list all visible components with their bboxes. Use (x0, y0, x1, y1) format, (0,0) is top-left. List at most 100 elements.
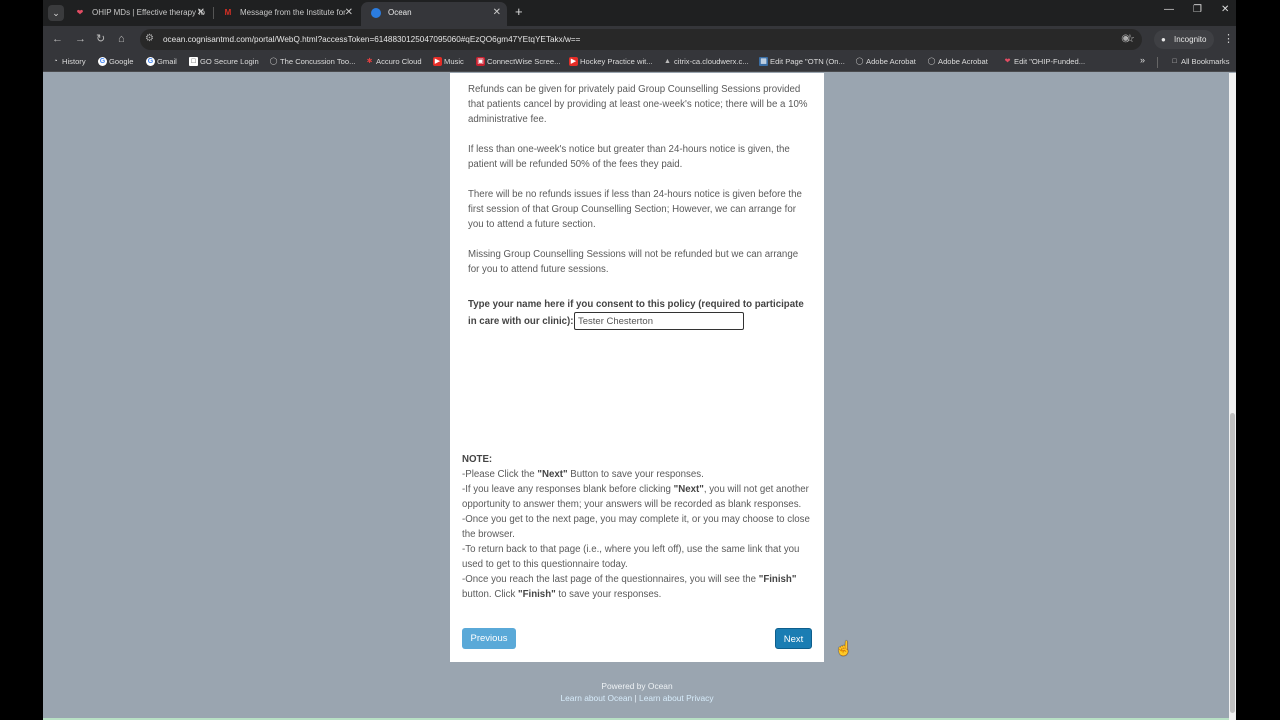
history-icon: ◔ (53, 58, 58, 65)
bookmark-item[interactable]: ▶ Hockey Practice wit... (569, 53, 653, 71)
heart-icon: ❤ (76, 8, 84, 17)
heart-icon: ❤ (1004, 58, 1011, 65)
bookmark-label: GO Secure Login (200, 57, 259, 66)
note-line: -Please Click the "Next" Button to save … (462, 469, 704, 480)
citrix-icon: ▲ (664, 58, 671, 65)
close-window-icon[interactable]: ✕ (1221, 4, 1229, 15)
pointer-cursor-icon: ☝ (835, 640, 853, 656)
footer-links: Learn about Ocean | Learn about Privacy (450, 692, 824, 704)
globe-icon: ◯ (855, 58, 864, 65)
close-icon[interactable]: ✕ (493, 2, 501, 24)
globe-icon: ◯ (927, 58, 936, 65)
learn-about-privacy-link[interactable]: Learn about Privacy (639, 693, 714, 703)
bookmark-divider (1157, 57, 1158, 68)
note-line: -To return back to that page (i.e., wher… (462, 544, 800, 570)
bookmark-label: Adobe Acrobat (866, 57, 916, 66)
forward-icon[interactable]: → (75, 32, 86, 46)
tab-title: Ocean (388, 8, 412, 17)
page-footer: Powered by Ocean Learn about Ocean | Lea… (450, 680, 824, 704)
link-separator: | (634, 693, 637, 703)
next-button[interactable]: Next (775, 628, 812, 649)
learn-about-ocean-link[interactable]: Learn about Ocean (560, 693, 632, 703)
google-icon: G (98, 57, 107, 66)
bookmark-label: Hockey Practice wit... (580, 57, 653, 66)
policy-paragraph: Refunds can be given for privately paid … (468, 84, 808, 125)
tab-title: OHIP MDs | Effective therapy fo (92, 8, 205, 17)
bookmark-label: Music (444, 57, 464, 66)
toolbar: ← → ↻ ⌂ ⚙ ocean.cognisantmd.com/portal/W… (43, 26, 1236, 53)
bookmark-item[interactable]: ◯ Adobe Acrobat (855, 53, 916, 71)
tab-ohip-mds[interactable]: ❤ OHIP MDs | Effective therapy fo ✕ (65, 3, 211, 23)
bookmark-item[interactable]: ▣ ConnectWise Scree... (476, 53, 560, 71)
bookmark-item[interactable]: ▦ Edit Page "OTN (On... (759, 53, 845, 71)
note-title: NOTE: (462, 454, 493, 465)
go-secure-icon: □ (189, 57, 198, 66)
note-line: -If you leave any responses blank before… (462, 484, 809, 510)
bookmark-label: ConnectWise Scree... (487, 57, 561, 66)
restore-icon[interactable]: ❐ (1193, 4, 1202, 15)
bookmark-item[interactable]: G Google (98, 53, 134, 71)
note-line: -Once you get to the next page, you may … (462, 514, 810, 540)
bookmark-item[interactable]: ◯ Adobe Acrobat (927, 53, 988, 71)
bookmark-item[interactable]: ▲ citrix-ca.cloudwerx.c... (663, 53, 749, 71)
policy-paragraph: There will be no refunds issues if less … (468, 189, 802, 230)
bookmark-label: Edit "OHIP-Funded... (1014, 57, 1086, 66)
minimize-icon[interactable]: — (1164, 4, 1174, 15)
url-text[interactable]: ocean.cognisantmd.com/portal/WebQ.html?a… (163, 29, 580, 50)
youtube-icon: ▶ (433, 57, 442, 66)
note-line: -Once you reach the last page of the que… (462, 574, 797, 600)
incognito-badge[interactable]: ● Incognito (1154, 30, 1215, 49)
bookmark-item[interactable]: ✱ Accuro Cloud (365, 53, 422, 71)
new-tab-button[interactable]: + (515, 4, 523, 20)
ocean-icon (371, 8, 381, 18)
scrollbar-thumb[interactable] (1230, 413, 1235, 713)
tab-ocean[interactable]: Ocean ✕ (361, 2, 507, 26)
accuro-icon: ✱ (366, 58, 373, 65)
bookmark-item[interactable]: □ GO Secure Login (189, 53, 259, 71)
page-scrollbar[interactable] (1229, 73, 1236, 720)
close-icon[interactable]: ✕ (197, 3, 205, 23)
gmail-icon: M (224, 8, 232, 17)
globe-icon: ◯ (269, 58, 278, 65)
chevron-right-icon[interactable]: » (1140, 55, 1145, 65)
star-icon[interactable]: ☆ (1125, 32, 1135, 45)
back-icon[interactable]: ← (52, 32, 63, 46)
close-icon[interactable]: ✕ (345, 3, 353, 23)
bookmark-label: Google (109, 57, 134, 66)
bookmark-label: Edit Page "OTN (On... (770, 57, 845, 66)
page-viewport: Refunds can be given for privately paid … (43, 73, 1236, 720)
tab-message[interactable]: M Message from the Institute for ✕ (213, 3, 359, 23)
home-icon[interactable]: ⌂ (118, 32, 125, 46)
connectwise-icon: ▣ (476, 57, 485, 66)
all-bookmarks[interactable]: □ All Bookmarks (1170, 53, 1230, 71)
bookmark-label: All Bookmarks (1181, 57, 1230, 66)
bookmark-label: The Concussion Too... (280, 57, 356, 66)
policy-paragraph: Missing Group Counselling Sessions will … (468, 249, 799, 275)
bookmark-item[interactable]: ▶ Music (433, 53, 464, 71)
note-section: NOTE: -Please Click the "Next" Button to… (462, 452, 812, 602)
folder-icon: □ (1172, 58, 1177, 65)
youtube-icon: ▶ (569, 57, 578, 66)
tab-title: Message from the Institute for (240, 8, 346, 17)
consent-name-input[interactable] (574, 312, 744, 330)
tab-search-icon[interactable]: ⌄ (48, 5, 64, 21)
powered-by-text: Powered by Ocean (601, 681, 673, 691)
bookmark-label: Accuro Cloud (376, 57, 422, 66)
address-bar[interactable]: ⚙ ocean.cognisantmd.com/portal/WebQ.html… (140, 29, 1142, 50)
site-info-icon[interactable]: ⚙ (145, 33, 154, 44)
tab-strip: ⌄ ❤ OHIP MDs | Effective therapy fo ✕ M … (43, 0, 1236, 26)
bookmark-label: History (62, 57, 86, 66)
bookmark-label: Adobe Acrobat (938, 57, 988, 66)
bookmark-item[interactable]: ◯ The Concussion Too... (269, 53, 356, 71)
bookmark-item[interactable]: ❤ Edit "OHIP-Funded... (1003, 53, 1086, 71)
browser-window: ⌄ ❤ OHIP MDs | Effective therapy fo ✕ M … (43, 0, 1236, 720)
reload-icon[interactable]: ↻ (96, 32, 105, 46)
bookmark-item[interactable]: G Gmail (146, 53, 177, 71)
incognito-icon: ● (1161, 35, 1166, 44)
menu-icon[interactable]: ⋮ (1223, 32, 1234, 45)
previous-button[interactable]: Previous (462, 628, 516, 649)
page-icon: ▦ (759, 57, 768, 66)
bookmark-item[interactable]: ◔ History (51, 53, 86, 71)
questionnaire-card: Refunds can be given for privately paid … (450, 73, 824, 662)
bookmark-label: citrix-ca.cloudwerx.c... (674, 57, 749, 66)
